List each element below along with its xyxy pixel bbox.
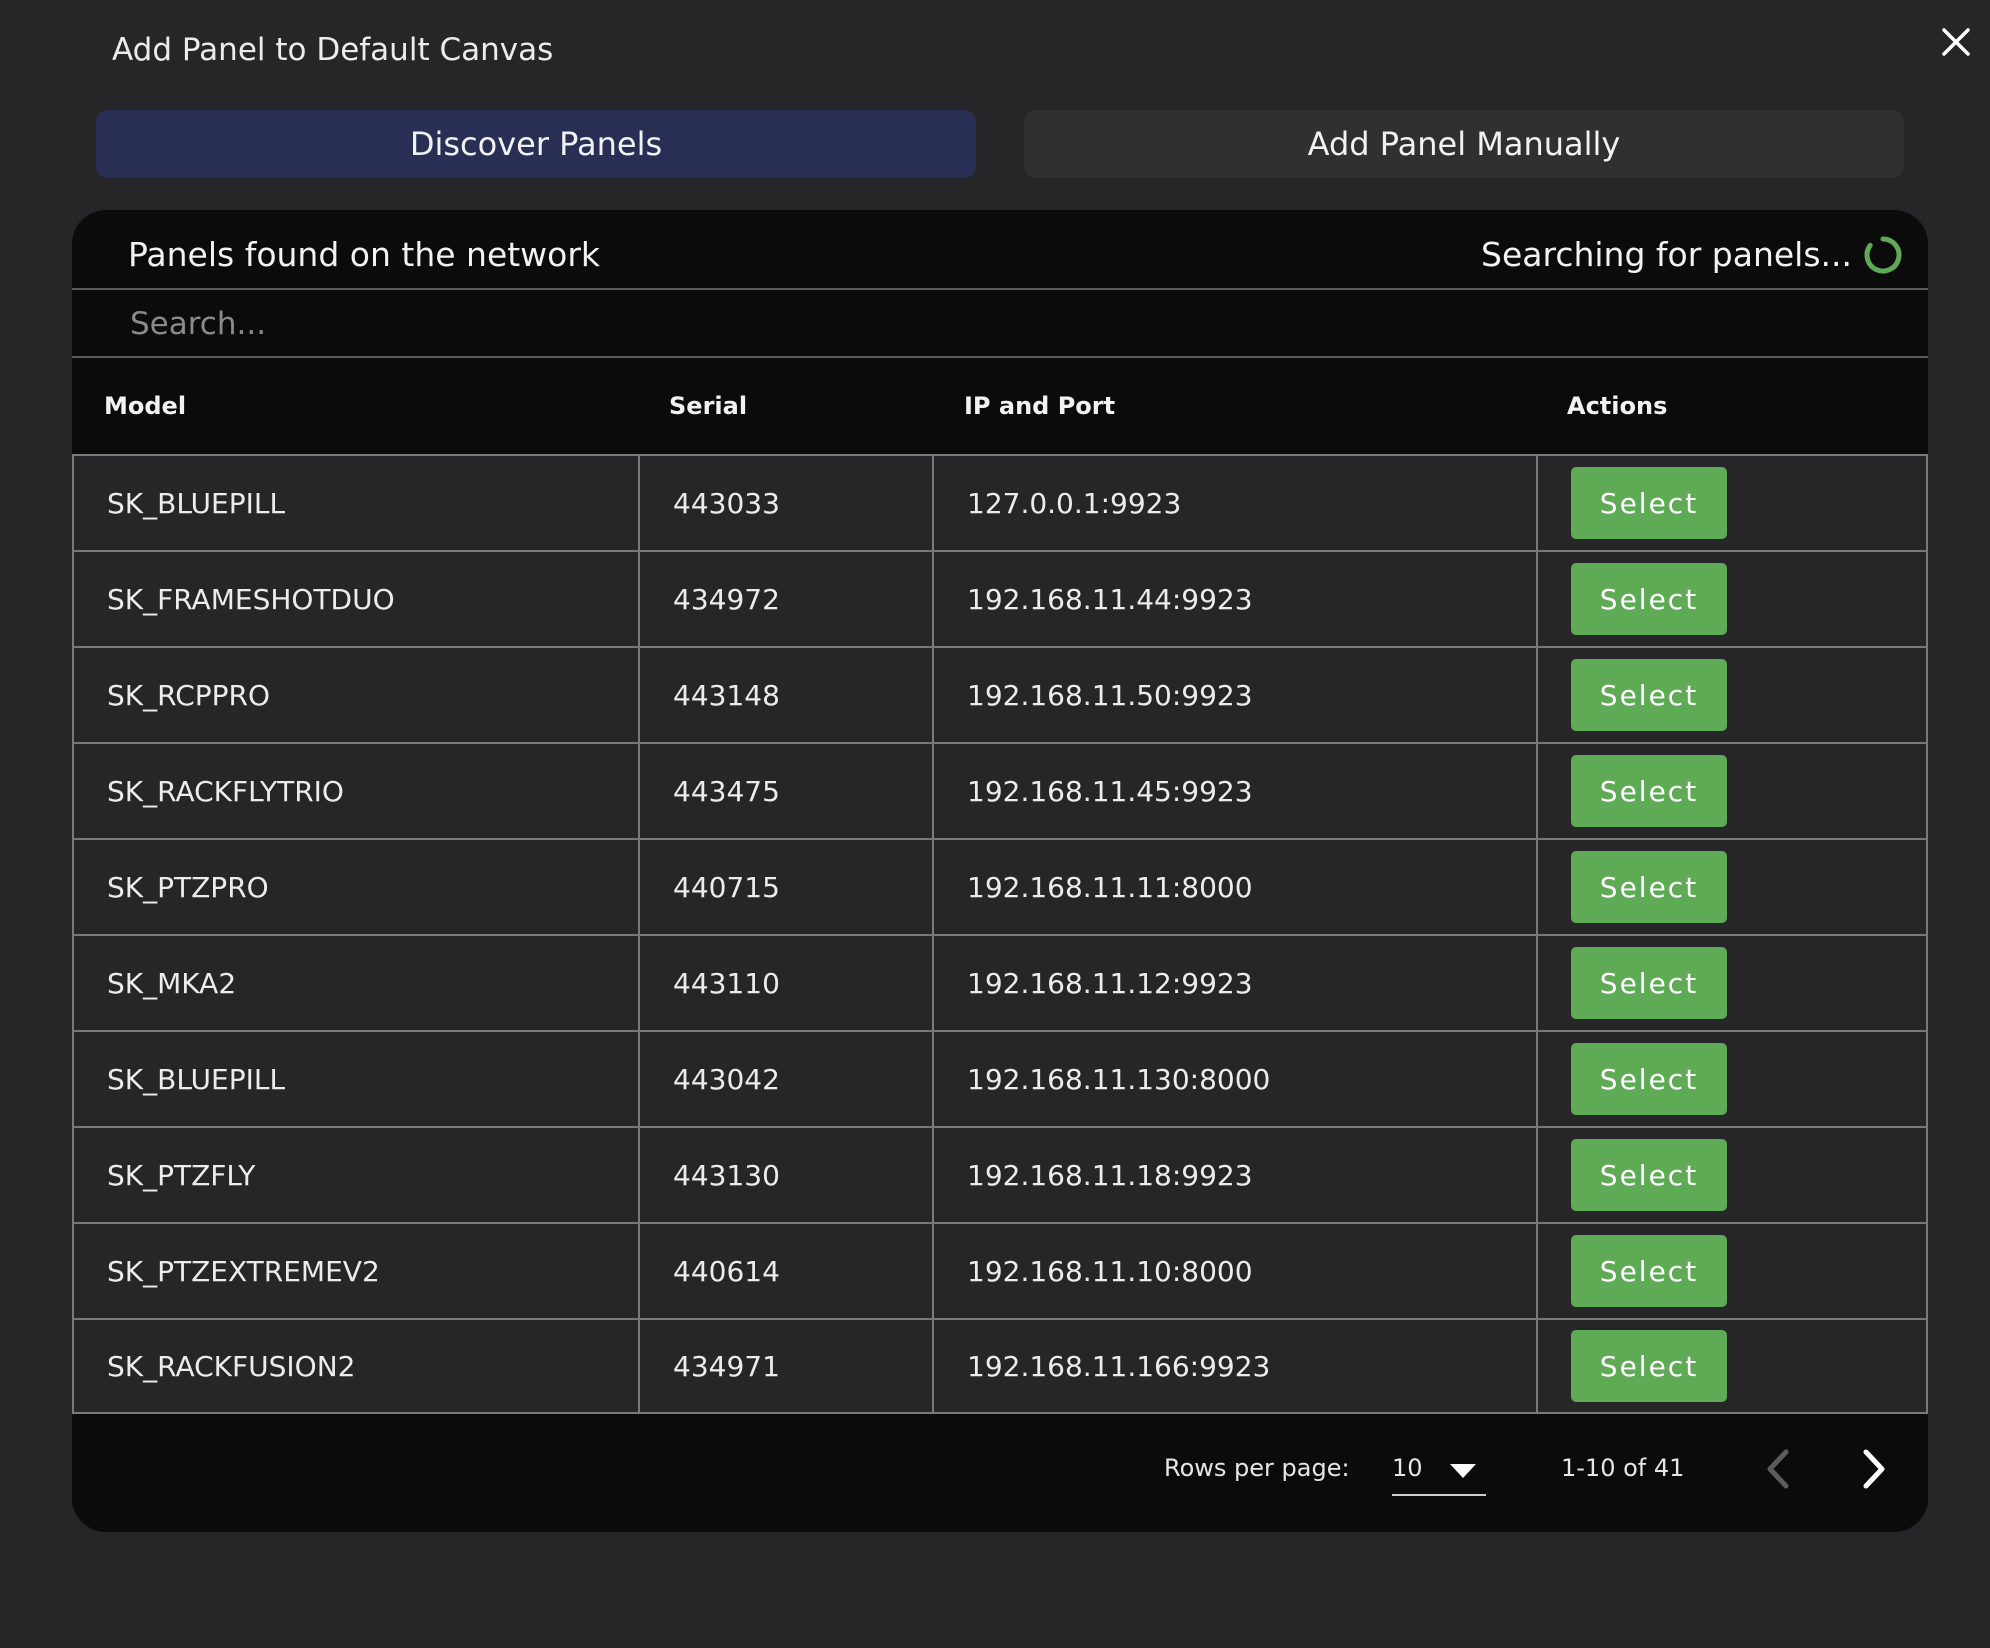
select-button[interactable]: Select xyxy=(1571,851,1727,923)
select-button[interactable]: Select xyxy=(1571,467,1727,539)
table-row: SK_PTZFLY 443130 192.168.11.18:9923 Sele… xyxy=(72,1126,1928,1222)
spinner-icon xyxy=(1864,236,1902,274)
model-cell: SK_RCPPRO xyxy=(72,646,638,742)
model-cell: SK_RACKFUSION2 xyxy=(72,1318,638,1414)
search-row xyxy=(72,290,1928,358)
column-header-serial: Serial xyxy=(669,392,748,420)
searching-status: Searching for panels... xyxy=(1481,234,1904,276)
actions-cell: Select xyxy=(1536,838,1928,934)
caret-down-icon xyxy=(1450,1464,1476,1478)
ip-port-cell: 192.168.11.44:9923 xyxy=(932,550,1536,646)
actions-cell: Select xyxy=(1536,1126,1928,1222)
column-header-model: Model xyxy=(104,392,187,420)
select-button[interactable]: Select xyxy=(1571,1235,1727,1307)
table-row: SK_BLUEPILL 443042 192.168.11.130:8000 S… xyxy=(72,1030,1928,1126)
close-icon xyxy=(1942,28,1970,56)
actions-cell: Select xyxy=(1536,454,1928,550)
rows-per-page-label: Rows per page: xyxy=(1164,1454,1350,1482)
table-row: SK_RACKFUSION2 434971 192.168.11.166:992… xyxy=(72,1318,1928,1414)
actions-cell: Select xyxy=(1536,1318,1928,1414)
actions-cell: Select xyxy=(1536,1222,1928,1318)
ip-port-cell: 192.168.11.130:8000 xyxy=(932,1030,1536,1126)
model-cell: SK_MKA2 xyxy=(72,934,638,1030)
panel-list-card: Panels found on the network Searching fo… xyxy=(72,210,1928,1532)
serial-cell: 440715 xyxy=(638,838,932,934)
serial-cell: 434971 xyxy=(638,1318,932,1414)
model-cell: SK_PTZEXTREMEV2 xyxy=(72,1222,638,1318)
panel-list-header: Panels found on the network Searching fo… xyxy=(72,210,1928,290)
next-page-button[interactable] xyxy=(1854,1444,1894,1494)
table-row: SK_PTZEXTREMEV2 440614 192.168.11.10:800… xyxy=(72,1222,1928,1318)
searching-status-text: Searching for panels... xyxy=(1481,235,1852,274)
rows-per-page-value: 10 xyxy=(1392,1454,1423,1482)
serial-cell: 443033 xyxy=(638,454,932,550)
panel-table: Model Serial IP and Port Actions SK_BLUE… xyxy=(72,358,1928,1414)
ip-port-cell: 192.168.11.18:9923 xyxy=(932,1126,1536,1222)
select-button[interactable]: Select xyxy=(1571,755,1727,827)
model-cell: SK_BLUEPILL xyxy=(72,1030,638,1126)
table-row: SK_BLUEPILL 443033 127.0.0.1:9923 Select xyxy=(72,454,1928,550)
serial-cell: 440614 xyxy=(638,1222,932,1318)
add-panel-dialog: Add Panel to Default Canvas Discover Pan… xyxy=(0,0,1990,1648)
serial-cell: 443110 xyxy=(638,934,932,1030)
search-input[interactable] xyxy=(128,300,1832,348)
column-header-actions: Actions xyxy=(1567,392,1668,420)
ip-port-cell: 192.168.11.45:9923 xyxy=(932,742,1536,838)
tab-discover-panels[interactable]: Discover Panels xyxy=(96,110,976,178)
ip-port-cell: 192.168.11.10:8000 xyxy=(932,1222,1536,1318)
select-button[interactable]: Select xyxy=(1571,659,1727,731)
table-row: SK_PTZPRO 440715 192.168.11.11:8000 Sele… xyxy=(72,838,1928,934)
model-cell: SK_RACKFLYTRIO xyxy=(72,742,638,838)
ip-port-cell: 192.168.11.166:9923 xyxy=(932,1318,1536,1414)
table-row: SK_MKA2 443110 192.168.11.12:9923 Select xyxy=(72,934,1928,1030)
actions-cell: Select xyxy=(1536,646,1928,742)
select-button[interactable]: Select xyxy=(1571,947,1727,1019)
panel-list-title: Panels found on the network xyxy=(128,235,601,274)
ip-port-cell: 192.168.11.11:8000 xyxy=(932,838,1536,934)
select-button[interactable]: Select xyxy=(1571,1139,1727,1211)
pagination-bar: Rows per page: 10 1-10 of 41 xyxy=(72,1414,1928,1532)
select-button[interactable]: Select xyxy=(1571,1330,1727,1402)
previous-page-button[interactable] xyxy=(1758,1444,1798,1494)
table-row: SK_FRAMESHOTDUO 434972 192.168.11.44:992… xyxy=(72,550,1928,646)
ip-port-cell: 192.168.11.50:9923 xyxy=(932,646,1536,742)
rows-per-page-select[interactable]: 10 xyxy=(1392,1444,1486,1496)
ip-port-cell: 127.0.0.1:9923 xyxy=(932,454,1536,550)
chevron-right-icon xyxy=(1863,1449,1885,1489)
model-cell: SK_FRAMESHOTDUO xyxy=(72,550,638,646)
table-body: SK_BLUEPILL 443033 127.0.0.1:9923 Select… xyxy=(72,454,1928,1414)
chevron-left-icon xyxy=(1767,1449,1789,1489)
actions-cell: Select xyxy=(1536,742,1928,838)
table-row: SK_RACKFLYTRIO 443475 192.168.11.45:9923… xyxy=(72,742,1928,838)
column-header-ip-port: IP and Port xyxy=(964,392,1116,420)
actions-cell: Select xyxy=(1536,550,1928,646)
table-header: Model Serial IP and Port Actions xyxy=(72,358,1928,454)
serial-cell: 443475 xyxy=(638,742,932,838)
serial-cell: 443130 xyxy=(638,1126,932,1222)
select-button[interactable]: Select xyxy=(1571,563,1727,635)
close-button[interactable] xyxy=(1936,22,1976,62)
ip-port-cell: 192.168.11.12:9923 xyxy=(932,934,1536,1030)
serial-cell: 443148 xyxy=(638,646,932,742)
select-button[interactable]: Select xyxy=(1571,1043,1727,1115)
actions-cell: Select xyxy=(1536,934,1928,1030)
table-row: SK_RCPPRO 443148 192.168.11.50:9923 Sele… xyxy=(72,646,1928,742)
model-cell: SK_PTZPRO xyxy=(72,838,638,934)
model-cell: SK_PTZFLY xyxy=(72,1126,638,1222)
actions-cell: Select xyxy=(1536,1030,1928,1126)
page-range-text: 1-10 of 41 xyxy=(1561,1454,1685,1482)
serial-cell: 443042 xyxy=(638,1030,932,1126)
tab-add-panel-manually[interactable]: Add Panel Manually xyxy=(1024,110,1904,178)
model-cell: SK_BLUEPILL xyxy=(72,454,638,550)
dialog-title: Add Panel to Default Canvas xyxy=(112,32,554,68)
serial-cell: 434972 xyxy=(638,550,932,646)
